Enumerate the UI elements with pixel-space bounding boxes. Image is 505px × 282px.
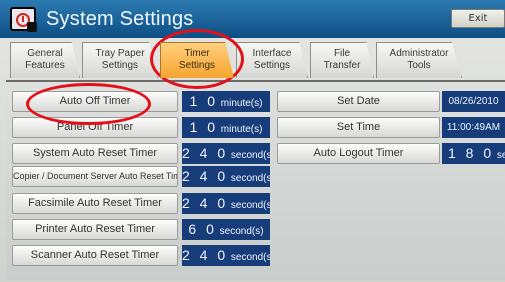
setting-row-facsimile-auto-reset-timer: Facsimile Auto Reset Timer 2 4 0 second(… bbox=[12, 193, 270, 214]
setting-row-printer-auto-reset-timer: Printer Auto Reset Timer 6 0 second(s) bbox=[12, 219, 270, 240]
facsimile-auto-reset-timer-value: 2 4 0 second(s) bbox=[182, 193, 270, 214]
set-date-value: 08/26/2010 bbox=[442, 91, 505, 112]
auto-off-timer-button[interactable]: Auto Off Timer bbox=[12, 91, 178, 112]
scanner-auto-reset-timer-value: 2 4 0 second(s) bbox=[182, 245, 270, 266]
page-title: System Settings bbox=[46, 8, 194, 30]
tab-tray-paper-settings[interactable]: Tray Paper Settings bbox=[82, 42, 158, 78]
panel-off-timer-button[interactable]: Panel Off Timer bbox=[12, 117, 178, 138]
tab-administrator-tools[interactable]: Administrator Tools bbox=[376, 42, 462, 78]
system-auto-reset-timer-button[interactable]: System Auto Reset Timer bbox=[12, 143, 178, 164]
set-date-button[interactable]: Set Date bbox=[277, 91, 440, 112]
tab-divider bbox=[6, 80, 505, 82]
tab-general-features[interactable]: General Features bbox=[10, 42, 80, 78]
tab-timer-settings[interactable]: Timer Settings bbox=[160, 42, 234, 78]
printer-auto-reset-timer-button[interactable]: Printer Auto Reset Timer bbox=[12, 219, 178, 240]
panel-off-timer-value: 1 0 minute(s) bbox=[182, 117, 270, 138]
title-bar: System Settings Exit bbox=[0, 0, 505, 38]
system-auto-reset-timer-value: 2 4 0 second(s) bbox=[182, 143, 270, 164]
tab-bar: General Features Tray Paper Settings Tim… bbox=[0, 38, 505, 82]
tab-file-transfer[interactable]: File Transfer bbox=[310, 42, 374, 78]
copier-document-server-auto-reset-timer-value: 2 4 0 second(s) bbox=[182, 166, 270, 187]
setting-row-copier-document-server-auto-reset-timer: Copier / Document Server Auto Reset Time… bbox=[12, 166, 270, 187]
setting-row-panel-off-timer: Panel Off Timer 1 0 minute(s) bbox=[12, 117, 270, 138]
setting-row-scanner-auto-reset-timer: Scanner Auto Reset Timer 2 4 0 second(s) bbox=[12, 245, 270, 266]
auto-logout-timer-value: 1 8 0 secon bbox=[442, 143, 505, 164]
set-time-value: 11:00:49AM bbox=[442, 117, 505, 138]
printer-auto-reset-timer-value: 6 0 second(s) bbox=[182, 219, 270, 240]
system-settings-screen: System Settings Exit General Features Tr… bbox=[0, 0, 505, 282]
setting-row-set-time: Set Time 11:00:49AM bbox=[277, 117, 505, 138]
facsimile-auto-reset-timer-button[interactable]: Facsimile Auto Reset Timer bbox=[12, 193, 178, 214]
setting-row-auto-off-timer: Auto Off Timer 1 0 minute(s) bbox=[12, 91, 270, 112]
set-time-button[interactable]: Set Time bbox=[277, 117, 440, 138]
auto-logout-timer-button[interactable]: Auto Logout Timer bbox=[277, 143, 440, 164]
tab-interface-settings[interactable]: Interface Settings bbox=[236, 42, 308, 78]
exit-button[interactable]: Exit bbox=[451, 9, 505, 28]
copier-document-server-auto-reset-timer-button[interactable]: Copier / Document Server Auto Reset Time… bbox=[12, 166, 178, 187]
timer-settings-icon bbox=[10, 7, 37, 32]
setting-row-auto-logout-timer: Auto Logout Timer 1 8 0 secon bbox=[277, 143, 505, 164]
scanner-auto-reset-timer-button[interactable]: Scanner Auto Reset Timer bbox=[12, 245, 178, 266]
setting-row-set-date: Set Date 08/26/2010 bbox=[277, 91, 505, 112]
setting-row-system-auto-reset-timer: System Auto Reset Timer 2 4 0 second(s) bbox=[12, 143, 270, 164]
auto-off-timer-value: 1 0 minute(s) bbox=[182, 91, 270, 112]
